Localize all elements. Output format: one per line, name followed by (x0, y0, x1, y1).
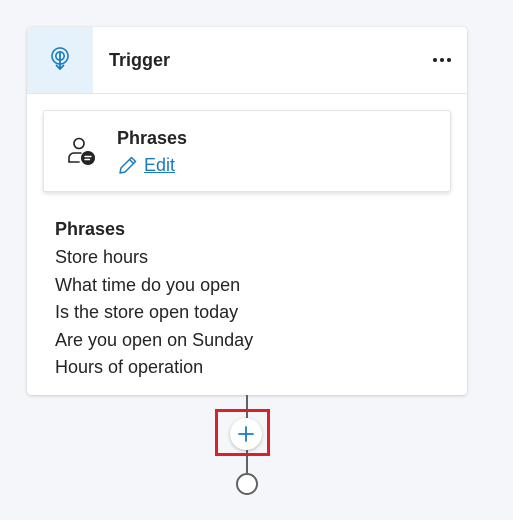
edit-link[interactable]: Edit (118, 154, 175, 176)
trigger-node-card[interactable]: Trigger Phrases Edit Phrases Store hours… (27, 27, 467, 395)
node-title: Trigger (109, 50, 171, 70)
phrase-item: What time do you open (55, 274, 241, 295)
touch-pointer-icon (51, 47, 69, 70)
phrase-item: Is the store open today (55, 302, 239, 322)
more-horizontal-icon (433, 58, 451, 62)
edit-link-label: Edit (144, 155, 176, 175)
phrases-heading: Phrases (55, 219, 126, 239)
trigger-node-header: Trigger (27, 27, 467, 94)
pencil-icon (119, 156, 137, 174)
phrase-item: Hours of operation (55, 357, 204, 377)
phrase-item: Are you open on Sunday (55, 329, 254, 350)
add-node-button[interactable] (230, 418, 262, 450)
more-options-button[interactable] (427, 45, 457, 75)
phrases-list: Phrases Store hours What time do you ope… (55, 217, 253, 382)
phrase-item: Store hours (55, 247, 149, 267)
end-node-circle (236, 473, 258, 495)
phrases-card-title: Phrases (117, 128, 188, 148)
plus-icon (238, 426, 254, 442)
trigger-icon-box (27, 27, 93, 93)
person-chat-icon (68, 137, 95, 165)
phrases-summary-card: Phrases Edit (43, 110, 451, 192)
